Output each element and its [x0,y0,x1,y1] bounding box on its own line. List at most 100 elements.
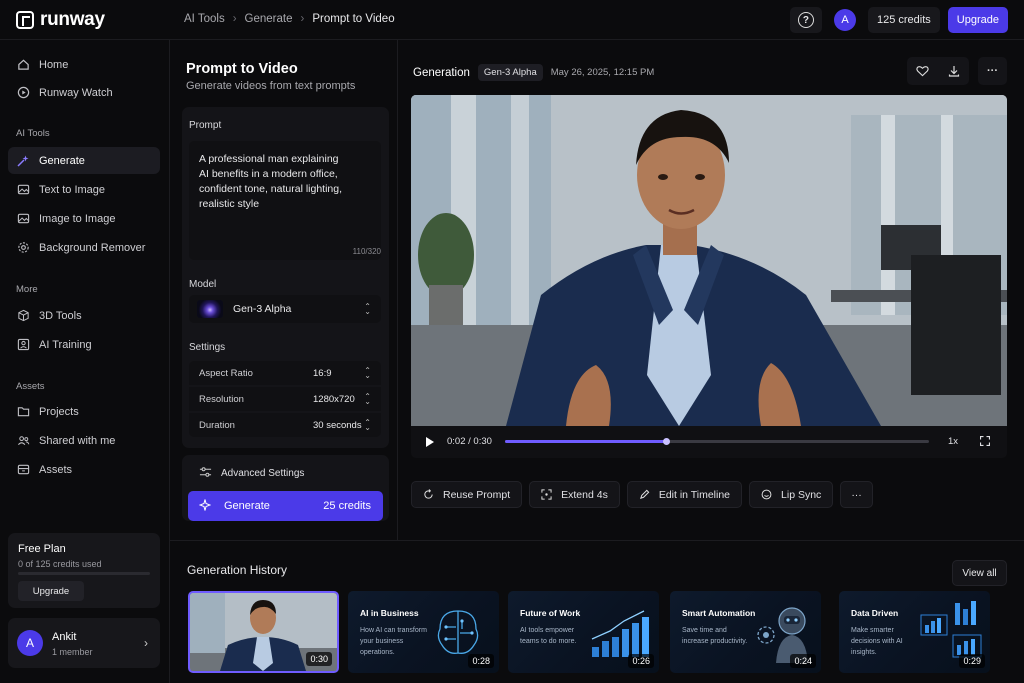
sparkle-icon [16,154,30,168]
chevron-right-icon: › [144,636,148,650]
user-members: 1 member [52,647,93,657]
more-actions-button[interactable]: ··· [840,481,873,508]
upgrade-button[interactable]: Upgrade [947,7,1008,33]
generation-header: Generation Gen-3 Alpha May 26, 2025, 12:… [413,64,654,81]
extend-icon [541,489,552,500]
help-button[interactable]: ? [789,7,822,33]
reuse-prompt-button[interactable]: Reuse Prompt [411,481,523,508]
sidebar-item-image-to-image[interactable]: Image to Image [8,205,160,232]
setting-label: Aspect Ratio [199,367,253,379]
more-options-button[interactable]: ··· [978,57,1007,85]
home-icon [16,58,30,72]
avatar: A [17,630,43,656]
video-scrubber-handle[interactable] [663,438,671,445]
lip-sync-button[interactable]: Lip Sync [749,481,834,508]
sidebar-item-label: Text to Image [39,183,106,196]
view-all-button[interactable]: View all [952,560,1007,586]
breadcrumb-current: Prompt to Video [312,13,395,25]
page-subtitle: Generate videos from text prompts [186,80,356,92]
download-icon [948,66,959,77]
setting-value: 30 seconds [313,419,362,431]
setting-aspect-ratio[interactable]: Aspect Ratio 16:9 ⌃ ⌄ [189,361,381,385]
model-label: Model [189,279,217,290]
chevron-up-down-icon: ⌃ ⌄ [364,418,371,432]
sidebar-item-label: Assets [39,463,73,476]
logo[interactable]: runway [16,9,105,31]
sidebar-item-label: Home [39,58,69,71]
video-controls: 0:02 / 0:30 1x [411,426,1007,458]
sidebar-item-label: Shared with me [39,434,116,447]
sidebar-item-label: Runway Watch [39,86,113,99]
sidebar-item-assets[interactable]: Assets [8,456,160,483]
chevron-right-icon: › [232,13,237,25]
action-label: Reuse Prompt [443,488,511,501]
history-item-desc: Make smarter decisions with AI insights. [851,627,903,656]
play-button[interactable] [426,437,434,447]
model-badge: Gen-3 Alpha [477,64,543,81]
sidebar-item-projects[interactable]: Projects [8,398,160,425]
box-icon [16,463,30,477]
sidebar-item-home[interactable]: Home [8,51,160,78]
sidebar-item-3d-tools[interactable]: 3D Tools [8,302,160,329]
sidebar-item-label: Background Remover [39,241,146,254]
gear-icon [16,241,30,255]
video-progress-track[interactable] [505,438,929,445]
prompt-char-counter: 110/320 [352,247,381,256]
extend-button[interactable]: Extend 4s [529,481,620,508]
history-item[interactable]: Smart Automation Save time and increase … [670,591,821,673]
plan-upgrade-button[interactable]: Upgrade [18,581,84,601]
generation-title: Generation [413,66,470,79]
credits-badge[interactable]: 125 credits [867,7,940,33]
video-progress-fill [505,440,667,443]
advanced-settings-label: Advanced Settings [221,467,305,479]
action-label: Lip Sync [781,488,822,501]
chevron-right-icon: › [300,13,305,25]
favorite-button[interactable] [907,57,938,85]
setting-value: 1280x720 [313,393,355,405]
sidebar-item-shared[interactable]: Shared with me [8,427,160,454]
prompt-input[interactable]: A professional man explaining AI benefit… [189,141,381,260]
playback-speed[interactable]: 1x [948,436,958,447]
top-right-actions: ? A 125 credits Upgrade [789,7,1008,33]
generate-button[interactable]: Generate 25 credits [188,491,383,521]
history-item-title: Data Driven [851,608,899,618]
duration-badge: 0:30 [306,652,332,666]
avatar[interactable]: A [833,9,856,31]
video-time: 0:02 / 0:30 [447,436,492,447]
duration-badge: 0:28 [468,654,494,668]
plan-card: Free Plan 0 of 125 credits used Upgrade [8,533,160,608]
sparkle-icon [198,498,212,514]
setting-resolution[interactable]: Resolution 1280x720 ⌃ ⌄ [189,387,381,411]
sidebar-item-generate[interactable]: Generate [8,147,160,174]
growth-chart-icon [591,610,649,657]
sidebar-item-runway-watch[interactable]: Runway Watch [8,79,160,106]
history-item[interactable]: 0:30 [188,591,339,673]
chevron-up-down-icon: ⌃ ⌄ [364,366,371,380]
reuse-icon [424,489,433,499]
history-item[interactable]: AI in Business How AI can transform your… [348,591,499,673]
sidebar-item-ai-training[interactable]: AI Training [8,331,160,358]
sidebar-item-text-to-image[interactable]: Text to Image [8,176,160,203]
video-player[interactable] [411,95,1007,426]
action-label: Extend 4s [561,488,608,501]
fullscreen-icon[interactable] [980,436,990,446]
history-item[interactable]: Data Driven Make smarter decisions with … [839,591,990,673]
edit-in-timeline-button[interactable]: Edit in Timeline [626,481,743,508]
breadcrumb-generate[interactable]: Generate [245,13,293,25]
breadcrumb-ai-tools[interactable]: AI Tools [184,13,225,25]
sidebar-item-background-remover[interactable]: Background Remover [8,234,160,261]
sidebar: Home Runway Watch AI Tools Generate Text… [0,40,170,683]
cube-icon [16,309,30,323]
history-item-desc: AI tools empower teams to do more. [520,627,577,645]
advanced-settings-button[interactable]: Advanced Settings [182,455,389,491]
sidebar-item-label: Projects [39,405,79,418]
setting-duration[interactable]: Duration 30 seconds ⌃ ⌄ [189,413,381,437]
plan-usage-bar [18,572,150,575]
generation-action-row: Reuse Prompt Extend 4s Edit in Timeline … [411,481,873,508]
training-icon [16,338,30,352]
model-select[interactable]: Gen-3 Alpha ⌃ ⌄ [189,295,381,323]
download-button[interactable] [938,57,969,85]
history-item[interactable]: Future of Work AI tools empower teams to… [508,591,659,673]
user-card[interactable]: A Ankit 1 member › [8,618,160,668]
image-icon [16,183,30,197]
